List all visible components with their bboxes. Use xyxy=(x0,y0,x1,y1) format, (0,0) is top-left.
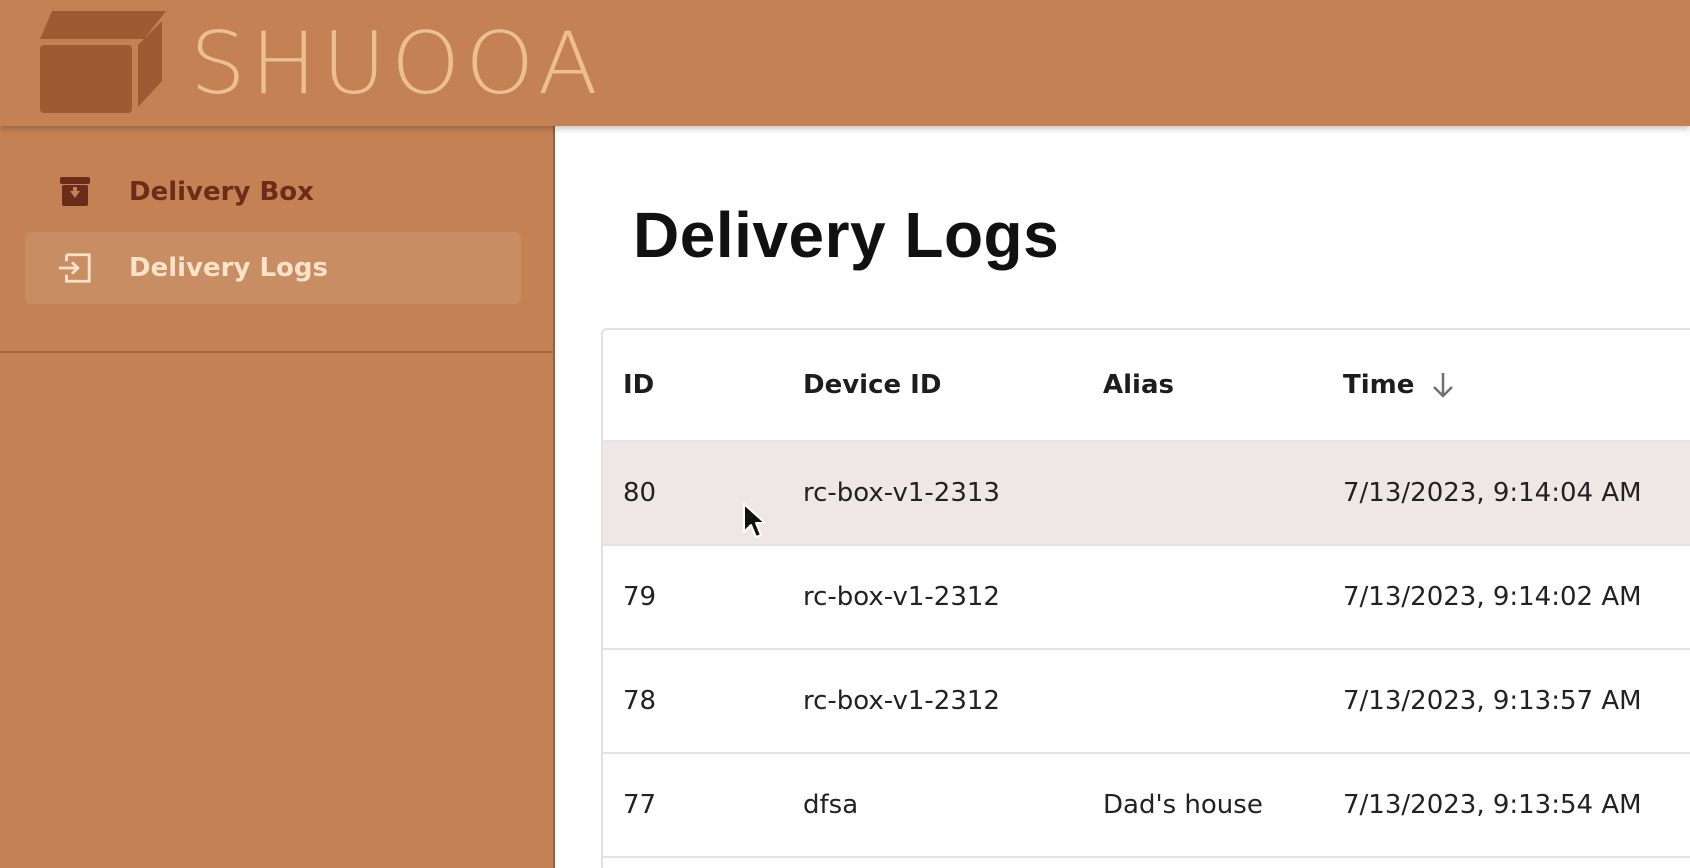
table-header-row: ID Device ID Alias Time xyxy=(603,330,1690,442)
table-row[interactable]: 79 rc-box-v1-2312 7/13/2023, 9:14:02 AM xyxy=(603,546,1690,650)
table-row[interactable]: 78 rc-box-v1-2312 7/13/2023, 9:13:57 AM xyxy=(603,650,1690,754)
page-title: Delivery Logs xyxy=(633,199,1060,271)
cell-device-id: rc-box-v1-2312 xyxy=(803,686,1000,716)
app: SHUOOA Delivery Box Delivery Logs Delive… xyxy=(0,0,1690,868)
column-header-alias[interactable]: Alias xyxy=(1103,330,1174,440)
cell-id: 79 xyxy=(623,582,657,612)
column-header-device-id[interactable]: Device ID xyxy=(803,330,941,440)
sidebar-divider xyxy=(0,351,555,353)
cell-time: 7/13/2023, 9:13:54 AM xyxy=(1343,790,1642,820)
main-content: Delivery Logs ID Device ID Alias Time 80… xyxy=(555,126,1690,868)
sidebar: Delivery Box Delivery Logs xyxy=(0,126,555,868)
cell-device-id: rc-box-v1-2313 xyxy=(803,478,1000,508)
sidebar-item-delivery-logs[interactable]: Delivery Logs xyxy=(25,232,521,304)
mouse-cursor-icon xyxy=(743,503,766,538)
delivery-logs-table: ID Device ID Alias Time 80 rc-box-v1-231… xyxy=(601,328,1690,868)
column-header-time[interactable]: Time xyxy=(1343,330,1456,440)
cell-time: 7/13/2023, 9:14:02 AM xyxy=(1343,582,1642,612)
sidebar-item-label: Delivery Logs xyxy=(129,253,328,283)
arrow-down-icon[interactable] xyxy=(1430,370,1456,400)
cell-id: 77 xyxy=(623,790,657,820)
cell-time: 7/13/2023, 9:13:57 AM xyxy=(1343,686,1642,716)
cell-time: 7/13/2023, 9:14:04 AM xyxy=(1343,478,1642,508)
cell-alias: Dad's house xyxy=(1103,790,1263,820)
box-icon xyxy=(40,11,166,113)
cell-id: 80 xyxy=(623,478,657,508)
login-icon xyxy=(57,250,93,286)
brand-logo-text[interactable]: SHUOOA xyxy=(190,14,603,114)
archive-icon xyxy=(57,174,93,210)
app-header: SHUOOA xyxy=(0,0,1690,126)
sidebar-item-delivery-box[interactable]: Delivery Box xyxy=(25,156,521,228)
column-header-id[interactable]: ID xyxy=(623,330,654,440)
cell-device-id: rc-box-v1-2312 xyxy=(803,582,1000,612)
table-row[interactable]: 77 dfsa Dad's house 7/13/2023, 9:13:54 A… xyxy=(603,754,1690,858)
cell-device-id: dfsa xyxy=(803,790,859,820)
cell-id: 78 xyxy=(623,686,657,716)
sidebar-item-label: Delivery Box xyxy=(129,177,314,207)
